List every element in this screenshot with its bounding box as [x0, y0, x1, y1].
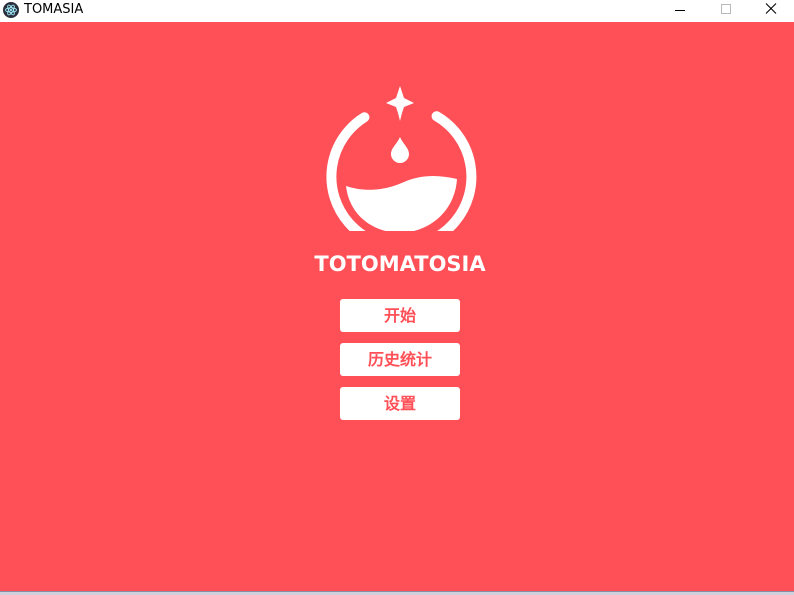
window-title: TOMASIA — [24, 2, 84, 17]
minimize-icon — [675, 10, 685, 11]
maximize-icon — [721, 4, 731, 14]
close-icon — [765, 3, 777, 14]
tomato-timer-logo-icon — [322, 65, 478, 252]
app-window: TOMASIA TOTOMATOSIA 开始 历史统计 设置 — [0, 0, 794, 595]
history-stats-button[interactable]: 历史统计 — [340, 343, 460, 376]
close-button[interactable] — [748, 0, 794, 22]
app-name-title: TOTOMATOSIA — [314, 252, 486, 276]
minimize-button[interactable] — [657, 0, 703, 22]
electron-atom-icon — [3, 2, 19, 18]
start-button[interactable]: 开始 — [340, 299, 460, 332]
maximize-button[interactable] — [703, 0, 749, 22]
window-bottom-border — [0, 591, 794, 595]
title-bar[interactable]: TOMASIA — [0, 0, 794, 22]
settings-button[interactable]: 设置 — [340, 387, 460, 420]
